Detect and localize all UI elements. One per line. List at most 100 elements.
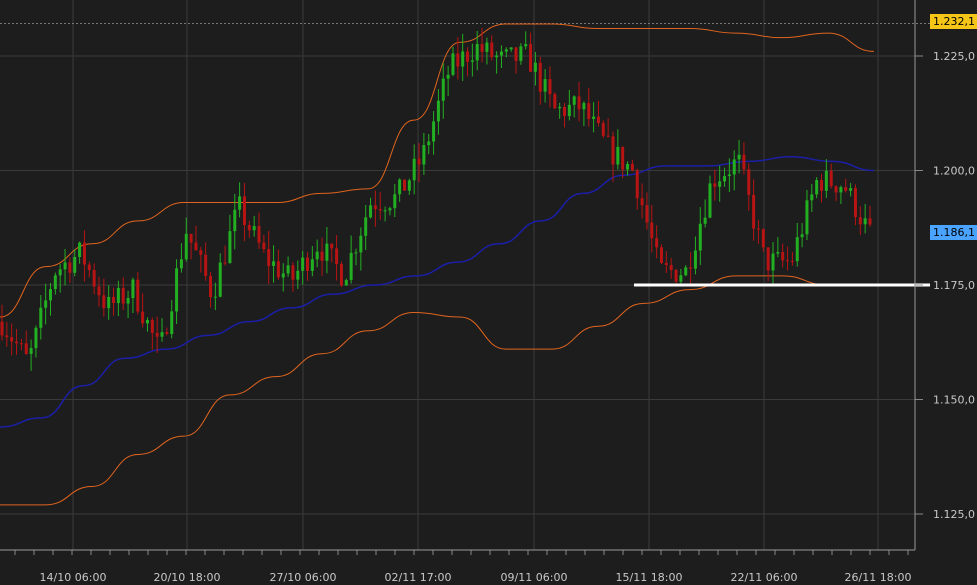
candle-down <box>820 180 824 191</box>
candle-up <box>58 269 62 276</box>
candle-down <box>640 198 644 206</box>
candle-up <box>723 176 727 182</box>
candle-down <box>136 279 140 312</box>
candle-down <box>713 183 717 187</box>
candle-down <box>378 209 382 211</box>
candle-down <box>490 42 494 58</box>
candle-up <box>252 226 256 231</box>
candle-down <box>267 249 271 266</box>
candle-down <box>790 261 794 263</box>
candle-up <box>718 181 722 187</box>
candle-up <box>441 78 445 101</box>
candle-up <box>432 121 436 142</box>
candle-down <box>659 247 663 263</box>
candle-down <box>553 94 557 109</box>
candle-down <box>611 136 615 165</box>
candle-up <box>732 159 736 175</box>
candle-down <box>223 262 227 264</box>
candle-up <box>407 180 411 191</box>
candle-down <box>257 226 261 243</box>
candle-up <box>228 231 232 264</box>
candle-down <box>577 96 581 110</box>
candle-down <box>538 62 542 92</box>
candle-up <box>470 60 474 62</box>
candle-up <box>34 327 38 349</box>
candle-up <box>107 296 111 309</box>
candle-up <box>344 280 348 286</box>
candle-up <box>116 288 120 304</box>
candle-down <box>596 116 600 124</box>
candle-down <box>92 270 96 287</box>
x-tick-label: 27/10 06:00 <box>270 571 337 584</box>
candle-up <box>310 259 314 271</box>
candle-up <box>286 265 290 274</box>
candle-down <box>752 194 756 229</box>
candle-up <box>44 300 48 308</box>
candle-down <box>141 311 145 324</box>
candle-up <box>48 289 52 301</box>
candle-up <box>582 103 586 110</box>
price-chart[interactable]: 1.125,0 1.150,0 1.175,0 1.200,0 1.225,0 14/10… <box>0 0 977 585</box>
candle-up <box>863 218 867 225</box>
candle-up <box>398 179 402 195</box>
candle-up <box>815 180 819 195</box>
candle-up <box>39 307 43 328</box>
candle-up <box>364 217 368 236</box>
candle-up <box>53 275 57 290</box>
candle-up <box>805 200 809 235</box>
candle-down <box>834 186 838 193</box>
candle-down <box>15 341 19 344</box>
candle-up <box>810 194 814 201</box>
candle-up <box>388 208 392 211</box>
candle-up <box>145 319 149 324</box>
candle-down <box>373 205 377 210</box>
x-tick-label: 20/10 18:00 <box>154 571 221 584</box>
x-tick-label: 02/11 17:00 <box>385 571 452 584</box>
candle-down <box>242 196 246 226</box>
y-tick-label: 1.150,0 <box>933 394 975 407</box>
candle-down <box>786 260 790 262</box>
candle-up <box>849 188 853 191</box>
candle-down <box>247 225 251 231</box>
candle-down <box>155 332 159 337</box>
candle-down <box>868 218 872 225</box>
candle-up <box>461 51 465 67</box>
candle-down <box>417 158 421 165</box>
candle-down <box>742 154 746 170</box>
candle-up <box>485 42 489 52</box>
candle-down <box>650 222 654 239</box>
y-tick-label: 1.200,0 <box>933 165 975 178</box>
candle-up <box>325 243 329 261</box>
candle-up <box>369 205 373 218</box>
x-tick-label: 09/11 06:00 <box>501 571 568 584</box>
candle-up <box>184 233 188 260</box>
candle-up <box>795 237 799 262</box>
chart-window: 1.125,0 1.150,0 1.175,0 1.200,0 1.225,0 14/10… <box>0 0 977 585</box>
candle-up <box>558 106 562 109</box>
candle-up <box>63 262 67 270</box>
candle-up <box>451 53 455 75</box>
candle-up <box>301 257 305 271</box>
candle-down <box>87 264 91 271</box>
candle-down <box>102 295 106 309</box>
candle-down <box>853 188 857 218</box>
candle-down <box>194 242 198 251</box>
candle-up <box>73 256 77 273</box>
candle-up <box>78 242 82 257</box>
candle-down <box>402 179 406 191</box>
candle-down <box>635 170 639 199</box>
candle-down <box>305 257 309 271</box>
candle-down <box>10 337 14 342</box>
candle-down <box>664 262 668 266</box>
candle-down <box>829 170 833 187</box>
candle-down <box>150 319 154 333</box>
candle-down <box>209 275 213 298</box>
candle-down <box>514 47 518 61</box>
candle-up <box>509 47 513 50</box>
candle-down <box>291 265 295 280</box>
candle-up <box>771 253 775 271</box>
candle-up <box>126 298 130 304</box>
candle-up <box>684 267 688 276</box>
candle-up <box>693 250 697 269</box>
x-tick-label: 14/10 06:00 <box>40 571 107 584</box>
